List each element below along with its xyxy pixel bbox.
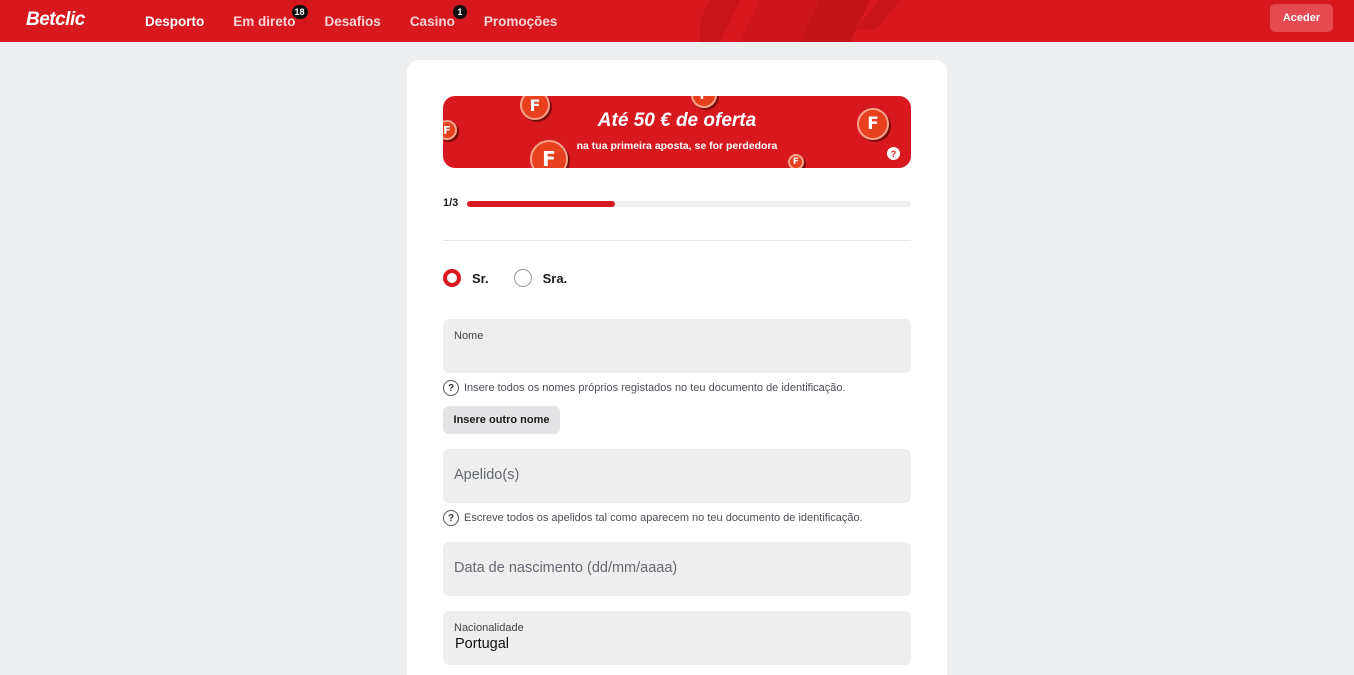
question-icon: ? xyxy=(443,380,459,396)
progress-fill xyxy=(467,201,615,207)
add-name-button[interactable]: Insere outro nome xyxy=(443,406,560,434)
question-icon[interactable]: ? xyxy=(887,147,900,160)
nav-item-label: Promoções xyxy=(483,13,558,29)
field-label: Nome xyxy=(454,330,484,342)
betclic-logo[interactable]: Betclic xyxy=(26,9,85,31)
divider xyxy=(443,240,911,241)
step-indicator: 1/3 xyxy=(443,197,459,209)
nav-item-desporto[interactable]: Desporto xyxy=(145,14,204,29)
radio-circle-checked[interactable] xyxy=(443,269,461,287)
nav-item-em-direto[interactable]: Em direto 18 xyxy=(233,4,308,29)
field-placeholder: Data de nascimento (dd/mm/aaaa) xyxy=(454,560,678,576)
banner-title: Até 50 € de oferta xyxy=(597,110,757,131)
nationality-select[interactable]: Nacionalidade Portugal xyxy=(443,611,911,665)
help-text: Escreve todos os apelidos tal como apare… xyxy=(464,512,863,524)
live-count-badge: 18 xyxy=(291,4,308,19)
nav-item-promocoes[interactable]: Promoções xyxy=(484,14,558,29)
nav-item-casino[interactable]: Casino 1 xyxy=(409,4,467,29)
radio-label: Sr. xyxy=(472,270,489,286)
gender-radio-group: Sr. Sra. xyxy=(443,269,592,287)
promo-banner[interactable]: F F F F F F Até 50 € de oferta na tua pr… xyxy=(443,96,911,168)
radio-sr[interactable]: Sr. xyxy=(443,269,489,287)
nav-item-label: Desporto xyxy=(145,13,205,29)
main-nav: Desporto Em direto 18 Desafios Casino 1 … xyxy=(145,0,586,42)
nav-item-desafios[interactable]: Desafios xyxy=(325,14,381,29)
surname-field[interactable]: Apelido(s) xyxy=(443,449,911,503)
nav-item-label: Desafios xyxy=(324,13,381,29)
login-button[interactable]: Aceder xyxy=(1270,4,1333,32)
banner-subtitle: na tua primeira aposta, se for perdedora xyxy=(576,140,778,152)
field-placeholder: Apelido(s) xyxy=(454,467,520,483)
field-label: Nacionalidade xyxy=(454,622,524,634)
nav-item-label: Em direto xyxy=(233,13,296,29)
casino-count-badge: 1 xyxy=(452,4,467,19)
first-name-field[interactable]: Nome xyxy=(443,319,911,373)
coin-icon: F xyxy=(788,154,804,168)
first-name-help: ? Insere todos os nomes próprios regista… xyxy=(443,380,846,396)
progress-bar xyxy=(467,201,911,207)
nav-item-label: Casino xyxy=(409,13,455,29)
help-text: Insere todos os nomes próprios registado… xyxy=(464,382,846,394)
radio-sra[interactable]: Sra. xyxy=(513,269,568,287)
header-decoration xyxy=(700,0,900,42)
birthdate-field[interactable]: Data de nascimento (dd/mm/aaaa) xyxy=(443,542,911,596)
field-value: Portugal xyxy=(455,636,510,652)
radio-circle[interactable] xyxy=(513,269,532,287)
coin-icon: F xyxy=(691,96,717,108)
surname-help: ? Escreve todos os apelidos tal como apa… xyxy=(443,510,863,526)
top-header: Betclic Desporto Em direto 18 Desafios C… xyxy=(0,0,1354,42)
registration-card: F F F F F F Até 50 € de oferta na tua pr… xyxy=(407,60,947,675)
question-icon: ? xyxy=(443,510,459,526)
radio-label: Sra. xyxy=(542,270,568,286)
